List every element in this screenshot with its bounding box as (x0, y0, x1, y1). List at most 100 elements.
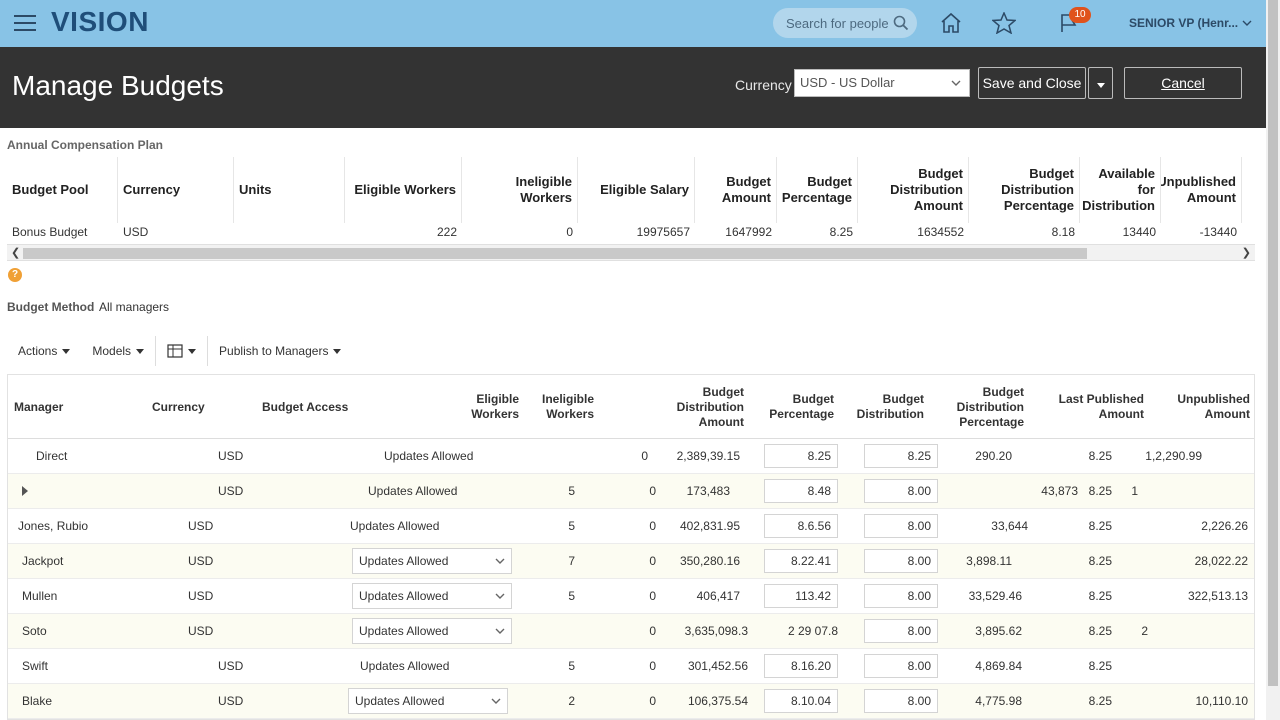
column-header[interactable]: Budget Distribution (838, 375, 928, 439)
manager-name[interactable]: Jones, Rubio (18, 509, 118, 543)
distribution-percentage-input[interactable]: 8.00 (864, 479, 938, 503)
save-and-close-label: Save and Close (982, 75, 1082, 91)
table-row[interactable]: Soto USD Updates Allowed 0 3,635,098.3 2… (8, 614, 1254, 649)
column-header[interactable]: Ineligible Workers (523, 375, 598, 439)
user-menu[interactable]: SENIOR VP (Henr... (1129, 16, 1252, 30)
distribution-percentage-input[interactable]: 8.25 (864, 444, 938, 468)
percentage-input[interactable]: 8.48 (764, 479, 838, 503)
publish-label: Publish to Managers (219, 344, 329, 358)
distribution-pct-cell: 8.25 (1088, 589, 1112, 603)
amount-cell: 406,417 (696, 589, 740, 603)
home-icon[interactable] (940, 12, 962, 34)
budget-access-cell[interactable]: Updates Allowed (384, 439, 484, 473)
save-options-button[interactable] (1088, 67, 1113, 99)
manager-name[interactable]: Direct (36, 439, 126, 473)
budget-access-select[interactable]: Updates Allowed (348, 688, 508, 714)
plan-label: Annual Compensation Plan (7, 138, 164, 152)
distribution-percentage-input[interactable]: 8.00 (864, 654, 938, 678)
column-header[interactable]: Budget Access (258, 375, 388, 439)
column-header[interactable]: Unpublished Amount (1161, 157, 1242, 223)
column-header[interactable]: Currency (118, 157, 234, 223)
manager-name[interactable]: Soto (22, 614, 122, 648)
view-options-menu[interactable] (156, 344, 207, 358)
column-header[interactable]: Budget Percentage (777, 157, 858, 223)
column-header[interactable]: Budget Percentage (748, 375, 838, 439)
app-logo[interactable]: VISION (51, 6, 149, 38)
table-row[interactable]: Blake USD Updates Allowed 2 0 106,375.54… (8, 684, 1254, 719)
horizontal-scrollbar[interactable]: ❮ ❯ (7, 245, 1255, 261)
column-header[interactable]: Unpublished Amount (1148, 375, 1254, 439)
percentage-input[interactable]: 8.6.56 (764, 514, 838, 538)
caret-down-icon (1096, 83, 1105, 88)
favorites-star-icon[interactable] (992, 12, 1016, 34)
table-row[interactable]: Jones, Rubio USD Updates Allowed 5 0 402… (8, 509, 1254, 544)
percentage-input[interactable]: 8.10.04 (764, 689, 838, 713)
models-menu[interactable]: Models (81, 344, 155, 358)
percentage-input[interactable]: 8.25 (764, 444, 838, 468)
scrollbar-thumb[interactable] (1268, 0, 1278, 686)
currency-cell: USD (188, 554, 214, 568)
budget-access-select[interactable]: Updates Allowed (352, 548, 512, 574)
manager-name[interactable]: Mullen (22, 579, 122, 613)
budget-access-select[interactable]: Updates Allowed (352, 618, 512, 644)
column-header[interactable]: Budget Distribution Percentage (928, 375, 1028, 439)
table-row[interactable]: Jackpot USD Updates Allowed 7 0 350,280.… (8, 544, 1254, 579)
distribution-percentage-input[interactable]: 8.00 (864, 619, 938, 643)
cancel-button[interactable]: Cancel (1124, 67, 1242, 99)
column-header[interactable]: Budget Amount (695, 157, 777, 223)
distribution-percentage-input[interactable]: 8.00 (864, 689, 938, 713)
budget-access-select[interactable]: Updates Allowed (352, 583, 512, 609)
scrollbar-thumb[interactable] (23, 248, 1087, 259)
menu-icon[interactable] (14, 15, 36, 32)
column-header[interactable]: Eligible Workers (433, 375, 523, 439)
scroll-left-icon[interactable]: ❮ (11, 246, 20, 259)
column-header[interactable]: Manager (10, 375, 120, 439)
manager-name[interactable]: Blake (22, 684, 122, 718)
column-header[interactable]: Ineligible Workers (462, 157, 578, 223)
expand-row-icon[interactable] (22, 486, 28, 496)
column-header[interactable]: Budget Distribution Amount (648, 375, 748, 439)
column-header[interactable]: Last Published Amount (1028, 375, 1148, 439)
column-header[interactable]: Available for Distribution (1080, 157, 1161, 223)
percentage-input[interactable]: 8.16.20 (764, 654, 838, 678)
budget-access-cell[interactable]: Updates Allowed (360, 649, 510, 683)
column-header[interactable]: Budget Distribution Percentage (969, 157, 1080, 223)
last-published-cell: 28,022.22 (1194, 554, 1248, 568)
chevron-down-icon (495, 593, 505, 599)
actions-label: Actions (18, 344, 58, 358)
percentage-input[interactable]: 8.22.41 (764, 549, 838, 573)
manager-name[interactable]: Jackpot (22, 544, 122, 578)
actions-menu[interactable]: Actions (7, 344, 81, 358)
help-icon[interactable]: ? (8, 268, 22, 282)
currency-select[interactable]: USD - US Dollar (794, 69, 970, 97)
column-header[interactable]: Eligible Salary (578, 157, 695, 223)
column-header[interactable]: Eligible Workers (345, 157, 462, 223)
distribution-percentage-input[interactable]: 8.00 (864, 584, 938, 608)
distribution-percentage-input[interactable]: 8.00 (864, 514, 938, 538)
table-cell: 1647992 (725, 225, 772, 239)
table-cell: 13440 (1122, 225, 1156, 239)
search-input[interactable]: Search for people (773, 8, 917, 38)
publish-to-managers-menu[interactable]: Publish to Managers (208, 344, 352, 358)
scroll-right-icon[interactable]: ❯ (1242, 246, 1251, 259)
percentage-cell[interactable]: 2 29 07.8 (764, 614, 838, 648)
column-header[interactable]: Budget Pool (7, 157, 118, 223)
column-header[interactable]: Currency (148, 375, 208, 439)
budget-access-cell[interactable]: Updates Allowed (368, 474, 508, 508)
table-row[interactable]: Swift USD Updates Allowed 5 0 301,452.56… (8, 649, 1254, 684)
distribution-percentage-input[interactable]: 8.00 (864, 549, 938, 573)
distribution-amount-cell: 4,775.98 (975, 694, 1022, 708)
search-icon[interactable] (893, 15, 909, 31)
percentage-input[interactable]: 113.42 (764, 584, 838, 608)
manager-name[interactable] (36, 474, 126, 508)
table-row[interactable]: USD Updates Allowed 5 0 173,483 8.48 8.0… (8, 474, 1254, 509)
vertical-scrollbar[interactable] (1266, 0, 1280, 720)
table-row[interactable]: Mullen USD Updates Allowed 5 0 406,417 1… (8, 579, 1254, 614)
table-cell: 8.25 (829, 225, 853, 239)
manager-name[interactable]: Swift (22, 649, 122, 683)
save-and-close-button[interactable]: Save and Close (978, 67, 1086, 99)
column-header[interactable]: Budget Distribution Amount (858, 157, 969, 223)
table-row[interactable]: Direct USD Updates Allowed 0 2,389,39.15… (8, 439, 1254, 474)
budget-access-cell[interactable]: Updates Allowed (350, 509, 500, 543)
column-header[interactable]: Units (234, 157, 345, 223)
